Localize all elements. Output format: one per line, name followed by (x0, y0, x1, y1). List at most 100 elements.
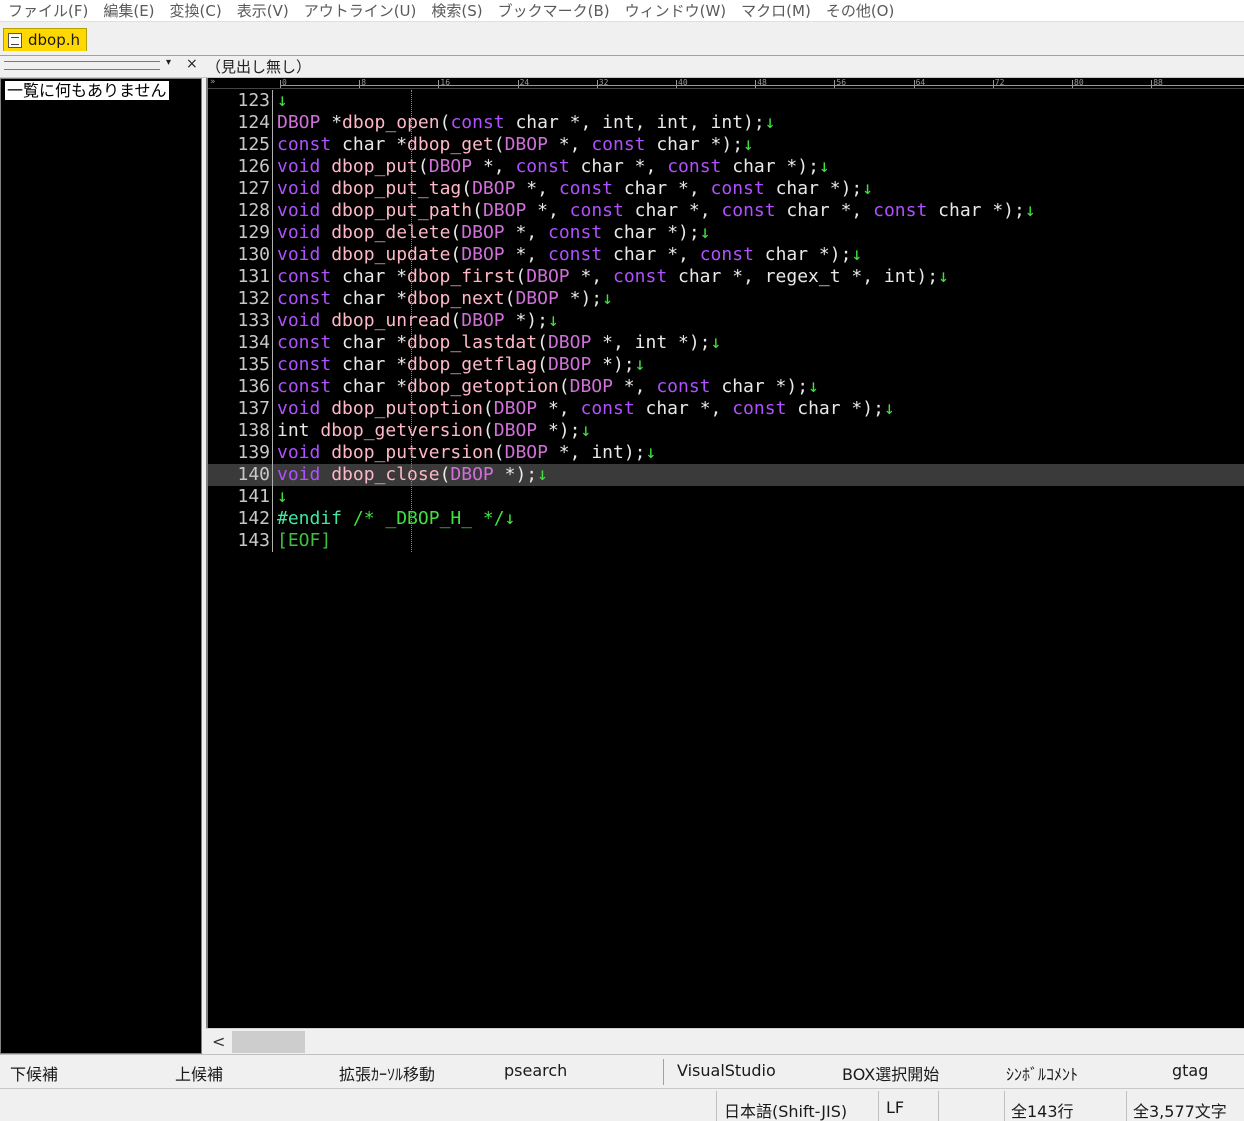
code-token: *, (537, 398, 581, 419)
code-line[interactable]: 139 void dbop_putversion(DBOP *, int);↓ (208, 442, 1244, 464)
code-token: *, (504, 222, 548, 243)
scroll-left-icon[interactable]: < (212, 1032, 225, 1051)
code-token: dbop_delete (331, 222, 451, 243)
code-token: const (515, 156, 570, 177)
newline-mark: ↓ (504, 508, 516, 529)
menu-search[interactable]: 検索(S) (423, 1, 489, 21)
horizontal-scrollbar[interactable]: < (206, 1028, 1244, 1054)
code-token: dbop_next (407, 288, 505, 309)
line-number: 136 (237, 376, 270, 397)
code-line[interactable]: 142 #endif /* _DBOP_H_ */↓ (208, 508, 1244, 530)
fkey-extended-cursor[interactable]: 拡張ｶｰｿﾙ移動 (339, 1061, 435, 1085)
code-line[interactable]: 124 DBOP *dbop_open(const char *, int, in… (208, 112, 1244, 134)
code-line[interactable]: 141 ↓ (208, 486, 1244, 508)
line-number: 131 (237, 266, 270, 287)
code-line[interactable]: 123 ↓ (208, 90, 1244, 112)
code-area[interactable]: 123 ↓ 124 DBOP *dbop_open(const char *, int… (208, 90, 1244, 552)
line-text: DBOP *dbop_open(const char *, int, int, … (277, 112, 776, 134)
line-number: 123 (237, 90, 270, 111)
line-text: void dbop_putversion(DBOP *, int);↓ (277, 442, 656, 464)
newline-mark: ↓ (851, 244, 863, 265)
ruler-label: 24 (519, 78, 530, 87)
code-token: ( (515, 266, 527, 287)
code-line[interactable]: 125 const char *dbop_get(DBOP *, const ch… (208, 134, 1244, 156)
code-token: *, (526, 200, 570, 221)
code-token: DBOP (461, 222, 505, 243)
line-number: 124 (237, 112, 270, 133)
code-line[interactable]: 126 void dbop_put(DBOP *, const char *, c… (208, 156, 1244, 178)
menu-view[interactable]: 表示(V) (229, 1, 296, 21)
menu-convert[interactable]: 変換(C) (162, 1, 229, 21)
function-key-bar: 下候補 上候補 拡張ｶｰｿﾙ移動 psearch VisualStudio BO… (0, 1054, 1244, 1088)
fkey-psearch[interactable]: psearch (504, 1061, 567, 1080)
fkey-gtag[interactable]: gtag (1172, 1061, 1208, 1080)
line-number: 138 (237, 420, 270, 441)
code-token: dbop_put_tag (331, 178, 462, 199)
code-line[interactable]: 132 const char *dbop_next(DBOP *);↓ (208, 288, 1244, 310)
chevron-down-icon[interactable]: ▾ (166, 57, 171, 68)
code-token: ( (439, 464, 451, 485)
code-line[interactable]: 135 const char *dbop_getflag(DBOP *);↓ (208, 354, 1244, 376)
close-icon[interactable]: × (186, 56, 198, 72)
code-line[interactable]: 131 const char *dbop_first(DBOP *, const … (208, 266, 1244, 288)
code-token: ( (417, 156, 429, 177)
menu-file[interactable]: ファイル(F) (0, 1, 95, 21)
line-number: 142 (237, 508, 270, 529)
code-token: const (277, 134, 332, 155)
menu-macro[interactable]: マクロ(M) (733, 1, 818, 21)
line-number: 139 (237, 442, 270, 463)
code-token: char *); (710, 376, 809, 397)
tab-dbop-h[interactable]: dbop.h (3, 28, 87, 51)
status-divider (716, 1091, 717, 1121)
code-line[interactable]: 129 void dbop_delete(DBOP *, const char *… (208, 222, 1244, 244)
code-line[interactable]: 133 void dbop_unread(DBOP *);↓ (208, 310, 1244, 332)
gutter-separator (272, 222, 273, 244)
scrollbar-thumb[interactable] (232, 1031, 305, 1053)
status-line-ending[interactable]: LF (886, 1098, 904, 1117)
outline-combo[interactable] (4, 61, 160, 70)
code-line[interactable]: 137 void dbop_putoption(DBOP *, const cha… (208, 398, 1244, 420)
menu-bookmark[interactable]: ブックマーク(B) (490, 1, 617, 21)
code-token: dbop_lastdat (407, 332, 538, 353)
gutter-separator (272, 112, 273, 134)
menu-bar: ファイル(F) 編集(E) 変換(C) 表示(V) アウトライン(U) 検索(S… (0, 0, 1244, 22)
code-line[interactable]: 130 void dbop_update(DBOP *, const char *… (208, 244, 1244, 266)
menu-window[interactable]: ウィンドウ(W) (617, 1, 734, 21)
menu-other[interactable]: その他(O) (818, 1, 902, 21)
code-token: char *, int, int, int); (504, 112, 765, 133)
outline-panel[interactable]: 一覧に何もありません (0, 78, 202, 1054)
code-token: *); (537, 420, 581, 441)
ruler-label: 32 (598, 78, 609, 87)
code-token: *); (558, 288, 603, 309)
ruler-label: 0 (282, 78, 287, 87)
code-token: DBOP (277, 112, 321, 133)
code-line[interactable]: 136 const char *dbop_getoption(DBOP *, co… (208, 376, 1244, 398)
code-line[interactable]: 134 const char *dbop_lastdat(DBOP *, int … (208, 332, 1244, 354)
editor[interactable]: » 0 8 16 24 32 40 48 56 64 72 80 88 123 ↓ 124 DBOP *db… (206, 78, 1244, 1028)
code-token: DBOP (569, 376, 613, 397)
status-encoding[interactable]: 日本語(Shift-JIS) (724, 1098, 847, 1121)
code-token: void (277, 200, 321, 221)
code-line[interactable]: 127 void dbop_put_tag(DBOP *, const char … (208, 178, 1244, 200)
gutter-separator (272, 486, 273, 508)
code-line[interactable]: 128 void dbop_put_path(DBOP *, const char… (208, 200, 1244, 222)
fkey-box-select[interactable]: BOX選択開始 (842, 1061, 939, 1085)
menu-outline[interactable]: アウトライン(U) (296, 1, 424, 21)
status-total-lines: 全143行 (1011, 1102, 1074, 1121)
code-line[interactable]: 143 [EOF] (208, 530, 1244, 552)
fkey-next-candidate[interactable]: 下候補 (10, 1061, 58, 1085)
gutter-separator (272, 508, 273, 530)
code-line[interactable]: 138 int dbop_getversion(DBOP *);↓ (208, 420, 1244, 442)
line-number: 128 (237, 200, 270, 221)
tab-label: dbop.h (28, 31, 81, 49)
fkey-prev-candidate[interactable]: 上候補 (175, 1061, 223, 1085)
code-token: const (277, 288, 332, 309)
code-token: *, int); (547, 442, 646, 463)
fkey-symbol-comment[interactable]: ｼﾝﾎﾞﾙｺﾒﾝﾄ (1006, 1061, 1078, 1085)
fkey-visualstudio[interactable]: VisualStudio (677, 1061, 776, 1080)
newline-mark: ↓ (277, 486, 288, 507)
menu-edit[interactable]: 編集(E) (95, 1, 161, 21)
code-line[interactable]: 140 void dbop_close(DBOP *);↓ (208, 464, 1244, 486)
